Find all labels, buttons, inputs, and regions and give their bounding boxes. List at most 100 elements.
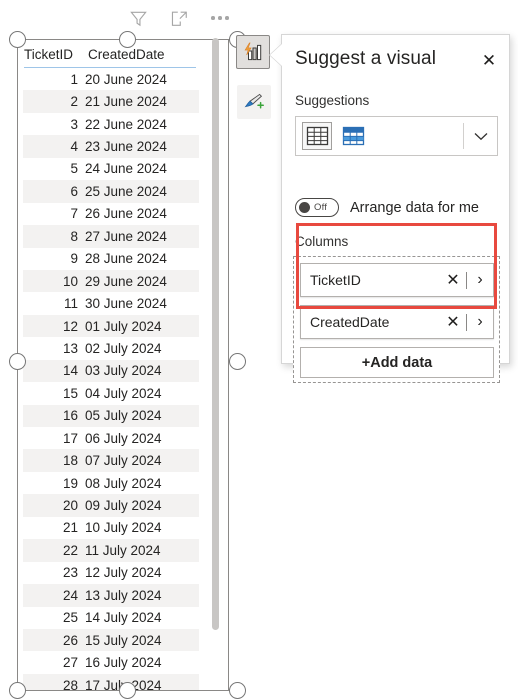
toggle-knob bbox=[299, 202, 310, 213]
cell-ticketid: 22 bbox=[62, 542, 78, 558]
table-row[interactable]: 5 24 June 2024 bbox=[23, 158, 199, 180]
table-row[interactable]: 9 28 June 2024 bbox=[23, 248, 199, 270]
table-row[interactable]: 23 12 July 2024 bbox=[23, 562, 199, 584]
table-row[interactable]: 20 09 July 2024 bbox=[23, 494, 199, 517]
table-row[interactable]: 1 20 June 2024 bbox=[23, 68, 199, 90]
cell-createddate: 03 July 2024 bbox=[85, 363, 162, 379]
cell-ticketid: 7 bbox=[70, 206, 78, 222]
cell-ticketid: 17 bbox=[62, 430, 78, 446]
cell-ticketid: 18 bbox=[62, 453, 78, 469]
expand-column-icon[interactable]: › bbox=[467, 264, 493, 296]
cell-ticketid: 2 bbox=[70, 94, 78, 110]
cell-ticketid: 21 bbox=[62, 520, 78, 536]
table-row[interactable]: 2 21 June 2024 bbox=[23, 90, 199, 113]
resize-handle-bottom-left[interactable] bbox=[9, 682, 26, 699]
matrix-thumbnail[interactable] bbox=[338, 122, 368, 150]
cell-createddate: 09 July 2024 bbox=[85, 498, 162, 514]
cell-createddate: 02 July 2024 bbox=[85, 340, 162, 356]
panel-title: Suggest a visual bbox=[295, 48, 437, 69]
columns-label: Columns bbox=[295, 234, 349, 249]
table-row[interactable]: 21 10 July 2024 bbox=[23, 517, 199, 539]
expand-column-icon[interactable]: › bbox=[467, 306, 493, 338]
remove-column-icon[interactable]: ✕ bbox=[440, 264, 466, 296]
cell-createddate: 23 June 2024 bbox=[85, 139, 167, 155]
arrange-data-toggle[interactable]: Off bbox=[295, 198, 339, 217]
close-icon[interactable]: ✕ bbox=[474, 46, 504, 74]
table-row[interactable]: 26 15 July 2024 bbox=[23, 628, 199, 652]
more-options-icon[interactable] bbox=[208, 6, 232, 30]
chevron-down-icon[interactable] bbox=[464, 117, 497, 155]
cell-createddate: 11 July 2024 bbox=[85, 542, 161, 558]
cell-createddate: 15 July 2024 bbox=[85, 632, 162, 648]
remove-column-icon[interactable]: ✕ bbox=[440, 306, 466, 338]
table-row[interactable]: 7 26 June 2024 bbox=[23, 203, 199, 225]
cell-createddate: 27 June 2024 bbox=[85, 228, 167, 244]
cell-createddate: 24 June 2024 bbox=[85, 161, 167, 177]
resize-handle-bottom-right[interactable] bbox=[229, 682, 246, 699]
cell-createddate: 26 June 2024 bbox=[85, 206, 167, 222]
column-chip-label: TicketID bbox=[310, 272, 361, 288]
cell-ticketid: 27 bbox=[62, 655, 78, 671]
resize-handle-top-left[interactable] bbox=[9, 31, 26, 48]
cell-ticketid: 8 bbox=[70, 228, 78, 244]
cell-createddate: 16 July 2024 bbox=[85, 655, 162, 671]
add-data-button[interactable]: +Add data bbox=[300, 347, 494, 378]
build-visual-icon[interactable] bbox=[236, 35, 270, 69]
table-row[interactable]: 19 08 July 2024 bbox=[23, 472, 199, 494]
table-row[interactable]: 3 22 June 2024 bbox=[23, 113, 199, 135]
cell-createddate: 28 June 2024 bbox=[85, 251, 167, 267]
cell-createddate: 30 June 2024 bbox=[85, 296, 167, 312]
cell-ticketid: 26 bbox=[62, 632, 78, 648]
suggestions-label: Suggestions bbox=[295, 93, 370, 108]
cell-createddate: 22 June 2024 bbox=[85, 116, 167, 132]
table-row[interactable]: 27 16 July 2024 bbox=[23, 651, 199, 673]
table-row[interactable]: 10 29 June 2024 bbox=[23, 269, 199, 293]
table-thumbnail[interactable] bbox=[302, 122, 332, 150]
column-header-createddate[interactable]: CreatedDate bbox=[88, 47, 165, 62]
table-row[interactable]: 6 25 June 2024 bbox=[23, 180, 199, 203]
table-row[interactable]: 16 05 July 2024 bbox=[23, 404, 199, 427]
cell-ticketid: 3 bbox=[70, 116, 78, 132]
table-row[interactable]: 14 03 July 2024 bbox=[23, 359, 199, 383]
table-row[interactable]: 25 14 July 2024 bbox=[23, 607, 199, 629]
table-row[interactable]: 28 17 July 2024 bbox=[23, 673, 199, 690]
cell-ticketid: 20 bbox=[62, 498, 78, 514]
focus-mode-icon[interactable] bbox=[167, 6, 191, 30]
table-vertical-scrollbar[interactable] bbox=[212, 38, 219, 630]
table-row[interactable]: 22 11 July 2024 bbox=[23, 539, 199, 562]
table-row[interactable]: 18 07 July 2024 bbox=[23, 449, 199, 472]
resize-handle-middle-left[interactable] bbox=[9, 353, 26, 370]
cell-createddate: 21 June 2024 bbox=[85, 94, 167, 110]
cell-ticketid: 5 bbox=[70, 161, 78, 177]
arrange-data-toggle-row[interactable]: Off Arrange data for me bbox=[295, 198, 479, 217]
cell-createddate: 06 July 2024 bbox=[85, 430, 162, 446]
table-row[interactable]: 24 13 July 2024 bbox=[23, 584, 199, 607]
column-chip-ticketid[interactable]: TicketID ✕ › bbox=[300, 263, 494, 297]
table-row[interactable]: 12 01 July 2024 bbox=[23, 314, 199, 338]
table-row[interactable]: 15 04 July 2024 bbox=[23, 382, 199, 404]
suggestions-gallery[interactable] bbox=[295, 116, 498, 156]
format-visual-icon[interactable] bbox=[237, 85, 271, 119]
column-header-ticketid[interactable]: TicketID bbox=[24, 47, 88, 62]
cell-createddate: 17 July 2024 bbox=[85, 677, 162, 690]
table-row[interactable]: 17 06 July 2024 bbox=[23, 427, 199, 449]
filter-icon[interactable] bbox=[126, 6, 150, 30]
cell-createddate: 29 June 2024 bbox=[85, 273, 167, 289]
cell-ticketid: 6 bbox=[70, 183, 78, 199]
cell-createddate: 05 July 2024 bbox=[85, 408, 162, 424]
table-row[interactable]: 13 02 July 2024 bbox=[23, 337, 199, 359]
arrange-data-label: Arrange data for me bbox=[350, 199, 479, 216]
table-row[interactable]: 11 30 June 2024 bbox=[23, 292, 199, 314]
resize-handle-bottom-center[interactable] bbox=[119, 682, 136, 699]
table-visual[interactable]: TicketID CreatedDate 1 20 June 2024 2 21 Ju… bbox=[18, 40, 228, 690]
table-row[interactable]: 4 23 June 2024 bbox=[23, 135, 199, 158]
table-row[interactable]: 8 27 June 2024 bbox=[23, 225, 199, 248]
column-chip-label: CreatedDate bbox=[310, 314, 390, 330]
cell-ticketid: 1 bbox=[70, 71, 78, 87]
columns-dropzone[interactable]: TicketID ✕ › CreatedDate ✕ › +Add data bbox=[293, 256, 500, 383]
column-chip-createddate[interactable]: CreatedDate ✕ › bbox=[300, 305, 494, 339]
resize-handle-top-center[interactable] bbox=[119, 31, 136, 48]
cell-createddate: 01 July 2024 bbox=[85, 318, 162, 334]
table-body: 1 20 June 2024 2 21 June 2024 3 22 June 2024 4… bbox=[18, 68, 228, 690]
resize-handle-middle-right[interactable] bbox=[229, 353, 246, 370]
